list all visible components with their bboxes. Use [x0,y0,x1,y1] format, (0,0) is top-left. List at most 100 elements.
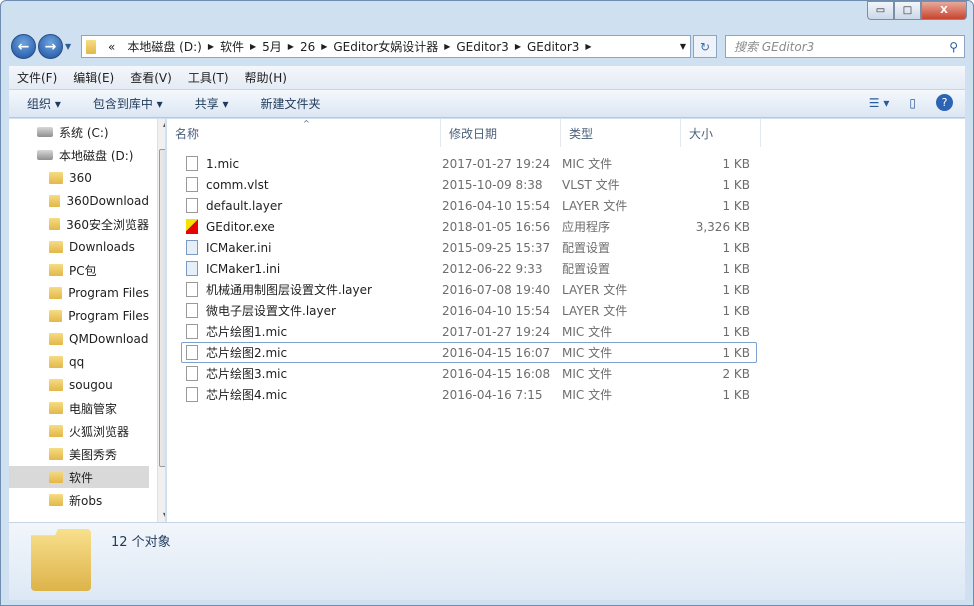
folder-icon [49,356,63,368]
menu-file[interactable]: 文件(F) [9,69,65,86]
sidebar-item[interactable]: 本地磁盘 (D:) [9,144,149,166]
file-row[interactable]: GEditor.exe 2018-01-05 16:56 应用程序 3,326 … [181,216,757,237]
search-input[interactable]: 搜索 GEditor3 ⚲ [725,35,965,58]
address-overflow[interactable]: « [102,40,121,54]
file-type: 应用程序 [562,220,611,234]
file-name: ICMaker.ini [206,240,272,255]
column-size[interactable]: 大小 [681,119,761,147]
file-size: 1 KB [722,303,750,318]
sidebar-item[interactable]: 360安全浏览器 [9,213,149,235]
file-row[interactable]: ICMaker1.ini 2012-06-22 9:33 配置设置 1 KB [181,258,757,279]
breadcrumb-segment[interactable]: GEditor3 [521,40,585,54]
organize-button[interactable]: 组织 ▾ [9,95,75,112]
file-row[interactable]: 1.mic 2017-01-27 19:24 MIC 文件 1 KB [181,153,757,174]
sidebar-item[interactable]: 360Download [9,190,149,212]
sidebar-item[interactable]: 美图秀秀 [9,443,149,465]
file-row[interactable]: comm.vlst 2015-10-09 8:38 VLST 文件 1 KB [181,174,757,195]
maximize-button[interactable]: □ [894,1,921,20]
preview-pane-icon[interactable]: ▯ [909,96,916,110]
breadcrumb-segment[interactable]: GEditor女娲设计器 [327,38,444,55]
menu-bar: 文件(F) 编辑(E) 查看(V) 工具(T) 帮助(H) [9,66,965,90]
menu-tools[interactable]: 工具(T) [180,69,237,86]
explorer-window: ▭ □ X ← → ▼ « 本地磁盘 (D:) ▶ 软件 ▶ 5月 ▶ 26 ▶ GEditor… [0,0,974,606]
file-row[interactable]: 芯片绘图1.mic 2017-01-27 19:24 MIC 文件 1 KB [181,321,757,342]
file-row[interactable]: ICMaker.ini 2015-09-25 15:37 配置设置 1 KB [181,237,757,258]
view-options-icon[interactable]: ☰ ▾ [869,96,890,110]
include-in-library-button[interactable]: 包含到库中 ▾ [75,95,177,112]
breadcrumb-segment[interactable]: 26 [294,40,321,54]
refresh-button[interactable]: ↻ [693,35,717,58]
sidebar-item-label: 新obs [69,493,103,508]
folder-icon [49,195,61,207]
folder-icon [49,264,63,276]
sidebar-item[interactable]: Program Files [9,282,149,304]
search-icon[interactable]: ⚲ [949,40,958,54]
close-button[interactable]: X [921,1,967,20]
file-type: MIC 文件 [562,367,613,381]
folder-icon [49,425,63,437]
recent-pages-dropdown[interactable]: ▼ [65,42,71,51]
folder-icon [86,39,96,54]
sidebar-item[interactable]: Program Files [9,305,149,327]
new-folder-button[interactable]: 新建文件夹 [243,95,335,112]
drive-icon [37,150,53,160]
sidebar-item[interactable]: 软件 [9,466,149,488]
breadcrumb-segment[interactable]: GEditor3 [450,40,514,54]
file-name: 芯片绘图3.mic [206,367,288,381]
help-icon[interactable]: ? [936,94,953,111]
sidebar-item[interactable]: qq [9,351,149,373]
file-row[interactable]: 芯片绘图4.mic 2016-04-16 7:15 MIC 文件 1 KB [181,384,757,405]
breadcrumb-segment[interactable]: 软件 [214,38,250,55]
sidebar-item-label: 美图秀秀 [69,447,118,462]
sidebar-item-label: 360 [69,171,92,185]
file-date: 2016-07-08 19:40 [442,282,551,297]
sidebar-item[interactable]: 电脑管家 [9,397,149,419]
file-size: 1 KB [722,282,750,297]
sidebar-scrollbar[interactable]: ▲ ▼ [157,119,165,522]
details-pane: 12 个对象 [9,522,965,600]
scrollbar-thumb[interactable] [159,149,165,467]
sidebar-item[interactable]: 系统 (C:) [9,121,149,143]
sidebar-item[interactable]: 火狐浏览器 [9,420,149,442]
file-size: 1 KB [722,240,750,255]
file-name: comm.vlst [206,177,269,192]
file-row[interactable]: 芯片绘图3.mic 2016-04-15 16:08 MIC 文件 2 KB [181,363,757,384]
file-date: 2016-04-10 15:54 [442,198,551,213]
back-button[interactable]: ← [11,34,36,59]
sidebar-item[interactable]: 新obs [9,489,149,511]
breadcrumb-segment[interactable]: 5月 [256,38,288,55]
share-button[interactable]: 共享 ▾ [177,95,243,112]
address-dropdown[interactable]: ▼ [680,42,686,51]
file-type: VLST 文件 [562,178,620,192]
menu-help[interactable]: 帮助(H) [237,69,295,86]
file-list: 名称 ^ 修改日期 类型 大小 1.mic 2017-01-27 19:24 MI… [167,119,965,522]
file-date: 2016-04-10 15:54 [442,303,551,318]
sidebar-item[interactable]: PC包 [9,259,149,281]
file-name: 芯片绘图4.mic [206,388,288,402]
file-size: 1 KB [722,198,750,213]
sidebar-item[interactable]: sougou [9,374,149,396]
file-date: 2012-06-22 9:33 [442,261,543,276]
sidebar-item[interactable]: Downloads [9,236,149,258]
file-size: 1 KB [722,261,750,276]
column-name[interactable]: 名称 ^ [167,119,441,147]
sidebar-item[interactable]: QMDownload [9,328,149,350]
menu-view[interactable]: 查看(V) [122,69,180,86]
menu-edit[interactable]: 编辑(E) [65,69,122,86]
address-bar[interactable]: « 本地磁盘 (D:) ▶ 软件 ▶ 5月 ▶ 26 ▶ GEditor女娲设计器 ▶ GEdito… [81,35,691,58]
file-type: LAYER 文件 [562,199,628,213]
breadcrumb-segment[interactable]: 本地磁盘 (D:) [121,38,207,55]
file-row[interactable]: 微电子层设置文件.layer 2016-04-10 15:54 LAYER 文件… [181,300,757,321]
forward-button[interactable]: → [38,34,63,59]
folder-icon [49,333,63,345]
column-date[interactable]: 修改日期 [441,119,561,147]
breadcrumb-arrow-icon[interactable]: ▶ [585,42,591,51]
drive-icon [37,127,53,137]
sidebar-item[interactable]: 360 [9,167,149,189]
file-icon [186,345,198,360]
minimize-button[interactable]: ▭ [867,1,894,20]
file-row[interactable]: 芯片绘图2.mic 2016-04-15 16:07 MIC 文件 1 KB [181,342,757,363]
file-row[interactable]: default.layer 2016-04-10 15:54 LAYER 文件 … [181,195,757,216]
file-row[interactable]: 机械通用制图层设置文件.layer 2016-07-08 19:40 LAYER… [181,279,757,300]
column-type[interactable]: 类型 [561,119,681,147]
